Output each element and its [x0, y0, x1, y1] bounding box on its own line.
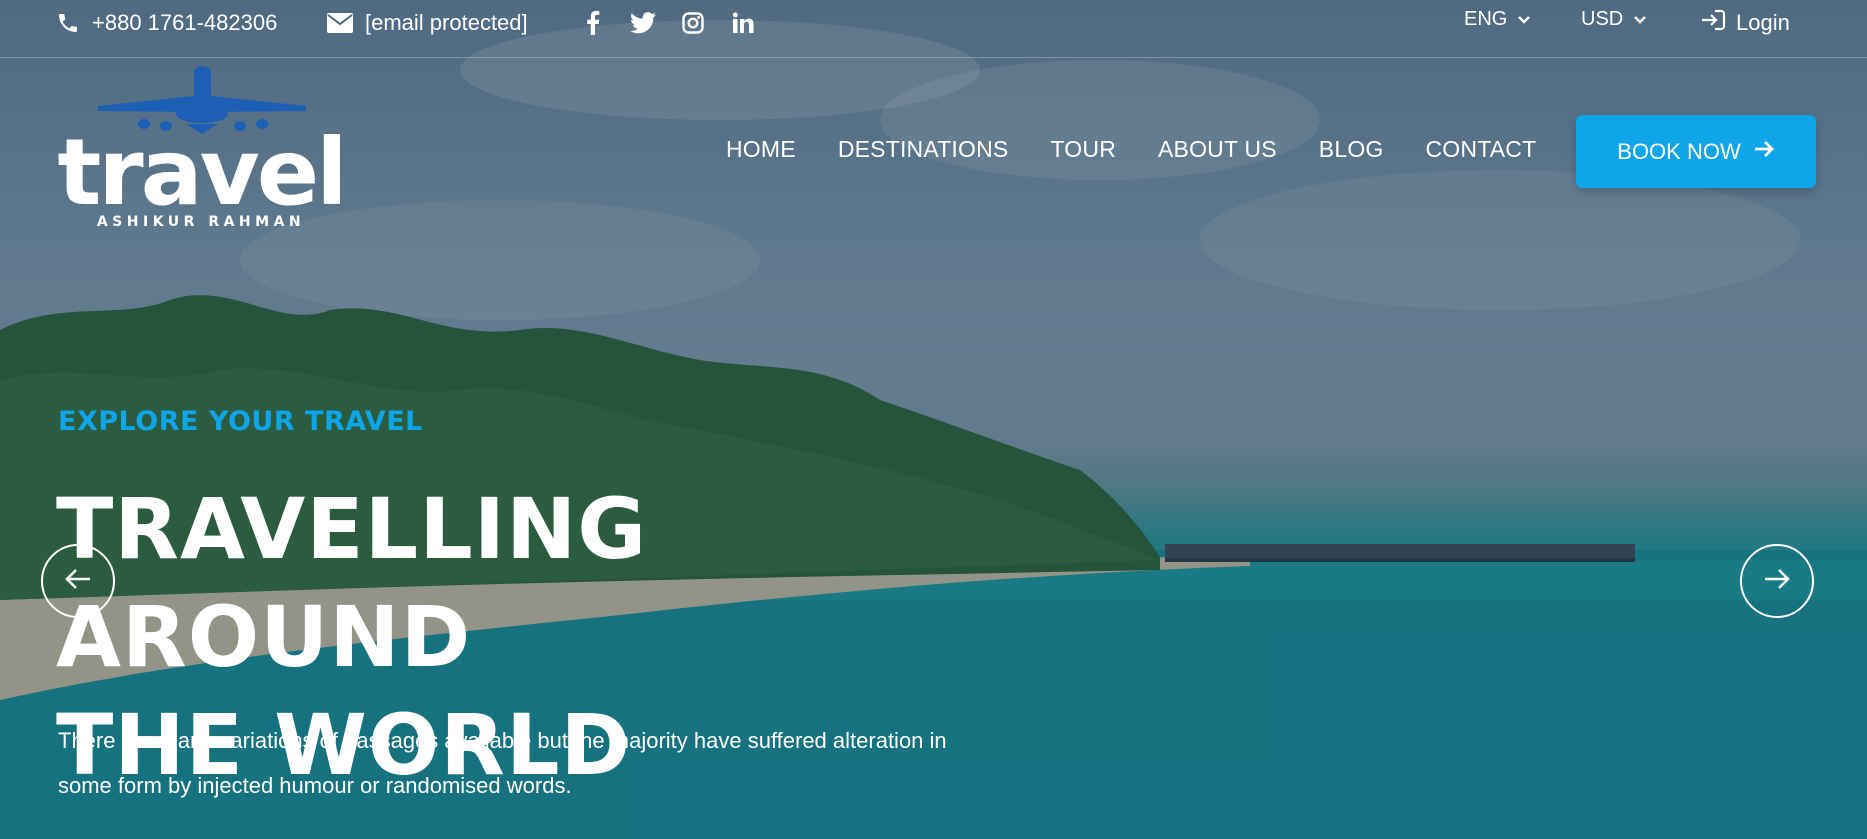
instagram-icon[interactable]: [680, 10, 706, 36]
language-selector[interactable]: ENG: [1464, 8, 1531, 31]
linkedin-icon[interactable]: [730, 10, 756, 36]
login-link[interactable]: Login: [1700, 9, 1790, 37]
currency-selector[interactable]: USD: [1581, 8, 1647, 31]
currency-value: USD: [1581, 8, 1624, 30]
sign-in-icon: [1700, 9, 1726, 37]
nav-home[interactable]: HOME: [726, 136, 796, 163]
phone-contact[interactable]: +880 1761-482306: [56, 0, 277, 46]
login-label: Login: [1736, 10, 1790, 35]
facebook-icon[interactable]: [580, 10, 606, 36]
chevron-down-icon: [1517, 8, 1531, 31]
phone-icon: [56, 11, 80, 35]
email-address: [email protected]: [365, 10, 528, 35]
book-now-label: BOOK NOW: [1617, 138, 1741, 164]
nav-about-us[interactable]: ABOUT US: [1158, 136, 1277, 163]
hero-description: There are many variations of passages av…: [58, 718, 1058, 808]
top-bar: +880 1761-482306 [email protected] ENG U…: [0, 0, 1867, 58]
arrow-right-icon: [1753, 139, 1775, 165]
chevron-down-icon: [1633, 8, 1647, 31]
hero-headline-line-1: TRAVELLING AROUND: [56, 480, 648, 686]
phone-number: +880 1761-482306: [92, 10, 278, 35]
slider-prev-button[interactable]: [41, 544, 115, 618]
social-links: [580, 10, 756, 36]
slider-next-button[interactable]: [1740, 544, 1814, 618]
site-logo[interactable]: travel ASHIKUR RAHMAN: [56, 64, 348, 232]
logo-wordmark: travel: [57, 119, 344, 226]
nav-blog[interactable]: BLOG: [1319, 136, 1384, 163]
twitter-icon[interactable]: [630, 10, 656, 36]
hero-description-line-2: some form by injected humour or randomis…: [58, 773, 572, 798]
logo-tagline: ASHIKUR RAHMAN: [97, 214, 305, 230]
arrow-right-icon: [1763, 567, 1791, 596]
arrow-left-icon: [64, 567, 92, 596]
hero-description-line-1: There are many variations of passages av…: [58, 728, 947, 753]
nav-contact[interactable]: CONTACT: [1426, 136, 1537, 163]
nav-destinations[interactable]: DESTINATIONS: [838, 136, 1009, 163]
book-now-button[interactable]: BOOK NOW: [1576, 115, 1816, 188]
main-navigation: HOME DESTINATIONS TOUR ABOUT US BLOG CON…: [726, 136, 1536, 163]
hero-eyebrow: EXPLORE YOUR TRAVEL: [58, 406, 423, 437]
nav-tour[interactable]: TOUR: [1050, 136, 1116, 163]
envelope-icon: [327, 13, 353, 33]
language-value: ENG: [1464, 8, 1508, 30]
email-contact[interactable]: [email protected]: [327, 0, 528, 46]
